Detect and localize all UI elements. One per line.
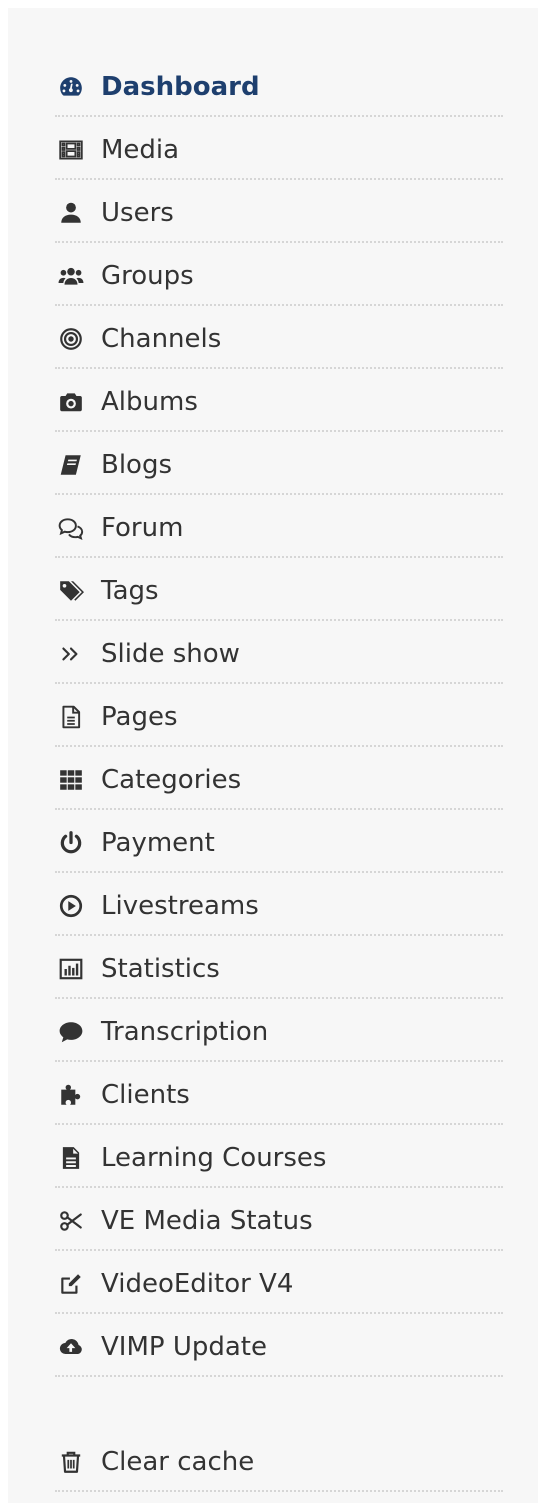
sidebar-item-label: VIMP Update	[101, 1332, 267, 1362]
sidebar-item-label: Categories	[101, 765, 242, 795]
sidebar-item-albums[interactable]: Albums	[55, 369, 503, 432]
sidebar-item-ve-media-status[interactable]: VE Media Status	[55, 1188, 503, 1251]
sidebar-item-media[interactable]: Media	[55, 117, 503, 180]
menu-spacer	[55, 1377, 503, 1429]
sidebar-item-videoeditor-v4[interactable]: VideoEditor V4	[55, 1251, 503, 1314]
sidebar-item-label: Clear cache	[101, 1447, 255, 1477]
sidebar-item-users[interactable]: Users	[55, 180, 503, 243]
sidebar-item-learning-courses[interactable]: Learning Courses	[55, 1125, 503, 1188]
sidebar-item-blogs[interactable]: Blogs	[55, 432, 503, 495]
document-icon	[55, 703, 87, 731]
channels-icon	[55, 325, 87, 353]
edit-icon	[55, 1270, 87, 1298]
sidebar-item-clear-cache[interactable]: Clear cache	[55, 1429, 503, 1492]
sidebar-item-label: Pages	[101, 702, 178, 732]
sidebar-item-tags[interactable]: Tags	[55, 558, 503, 621]
users-group-icon	[55, 262, 87, 290]
sidebar-item-label: Groups	[101, 261, 194, 291]
sidebar-item-label: Statistics	[101, 954, 220, 984]
sidebar-item-label: Payment	[101, 828, 215, 858]
admin-sidebar: Dashboard Media Users Groups Channels Al…	[8, 8, 538, 1503]
sidebar-item-label: Learning Courses	[101, 1143, 327, 1173]
chat-bubbles-icon	[55, 514, 87, 542]
sidebar-item-label: Dashboard	[101, 72, 260, 102]
sidebar-item-label: Forum	[101, 513, 184, 543]
sidebar-item-label: Media	[101, 135, 180, 165]
comment-icon	[55, 1018, 87, 1046]
sidebar-item-categories[interactable]: Categories	[55, 747, 503, 810]
file-text-icon	[55, 1144, 87, 1172]
trash-icon	[55, 1448, 87, 1476]
double-chevron-right-icon	[55, 640, 87, 668]
sidebar-item-pages[interactable]: Pages	[55, 684, 503, 747]
sidebar-item-label: Channels	[101, 324, 222, 354]
scissors-icon	[55, 1207, 87, 1235]
sidebar-item-statistics[interactable]: Statistics	[55, 936, 503, 999]
sidebar-item-label: Slide show	[101, 639, 240, 669]
power-icon	[55, 829, 87, 857]
sidebar-item-dashboard[interactable]: Dashboard	[55, 54, 503, 117]
sidebar-item-label: Livestreams	[101, 891, 259, 921]
sidebar-item-vimp-update[interactable]: VIMP Update	[55, 1314, 503, 1377]
grid-icon	[55, 766, 87, 794]
book-icon	[55, 451, 87, 479]
sidebar-item-label: Blogs	[101, 450, 173, 480]
play-circle-icon	[55, 892, 87, 920]
sidebar-item-label: VE Media Status	[101, 1206, 313, 1236]
bar-chart-icon	[55, 955, 87, 983]
tags-icon	[55, 577, 87, 605]
puzzle-icon	[55, 1081, 87, 1109]
sidebar-item-channels[interactable]: Channels	[55, 306, 503, 369]
cloud-upload-icon	[55, 1333, 87, 1361]
sidebar-item-clients[interactable]: Clients	[55, 1062, 503, 1125]
sidebar-menu: Dashboard Media Users Groups Channels Al…	[55, 54, 503, 1492]
user-icon	[55, 199, 87, 227]
film-icon	[55, 136, 87, 164]
sidebar-item-payment[interactable]: Payment	[55, 810, 503, 873]
sidebar-item-label: Transcription	[101, 1017, 269, 1047]
camera-icon	[55, 388, 87, 416]
sidebar-item-label: Clients	[101, 1080, 190, 1110]
sidebar-item-label: VideoEditor V4	[101, 1269, 294, 1299]
sidebar-item-label: Albums	[101, 387, 198, 417]
sidebar-item-livestreams[interactable]: Livestreams	[55, 873, 503, 936]
sidebar-item-label: Users	[101, 198, 174, 228]
sidebar-item-label: Tags	[101, 576, 159, 606]
sidebar-item-slide-show[interactable]: Slide show	[55, 621, 503, 684]
dashboard-icon	[55, 73, 87, 101]
sidebar-item-forum[interactable]: Forum	[55, 495, 503, 558]
sidebar-item-transcription[interactable]: Transcription	[55, 999, 503, 1062]
sidebar-item-groups[interactable]: Groups	[55, 243, 503, 306]
